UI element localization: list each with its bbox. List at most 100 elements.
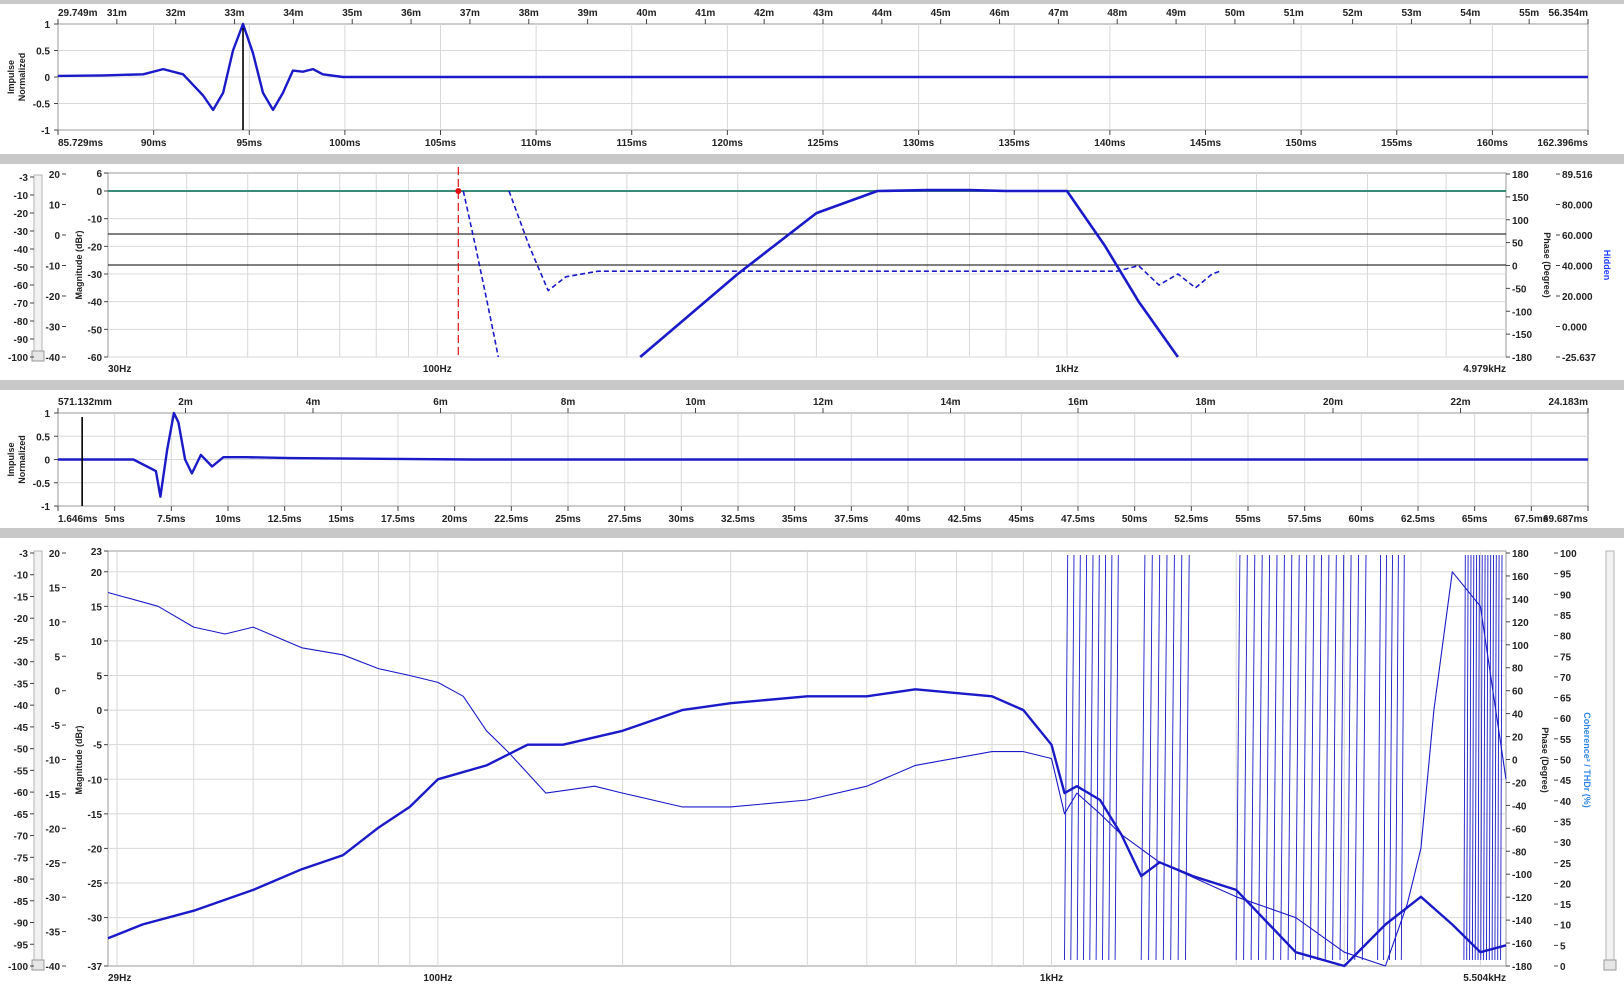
panel1-top-tick-label: 34m	[283, 8, 303, 19]
panel1-bottom-tick-label: 125ms	[807, 138, 839, 149]
analyzer-window: 85.729ms 90ms 95ms 100ms 105ms 110ms 115ms 120m…	[0, 0, 1624, 987]
panel4-phase-axis-tick-label: 100	[1512, 641, 1529, 652]
panel3-y-tick-label: 1	[44, 409, 50, 420]
panel1-top-tick-label: 55m	[1519, 8, 1539, 19]
panel3-bottom-tick-label: 22.5ms	[494, 514, 528, 525]
panel2-phase-axis-tick-label: 180	[1512, 170, 1529, 181]
panel4-slider-tick-label: -70	[14, 832, 29, 843]
panel4-slider-tick-label: -40	[14, 701, 29, 712]
panel1-bottom-tick-label: 120ms	[712, 138, 744, 149]
panel4-mag-tick-label: -5	[93, 741, 102, 752]
panel1-ylabel: Impulse	[6, 60, 16, 94]
panel1-top-tick-label: 36m	[401, 8, 421, 19]
panel1-bottom-tick-label: 100ms	[329, 138, 361, 149]
panel4-coh-axis-tick-label: 85	[1560, 611, 1572, 622]
panel2-mag-tick-label: -40	[88, 298, 103, 309]
panel2-mag-tick-label: -60	[88, 353, 103, 364]
panel4-slider-tick-label: -15	[14, 592, 29, 603]
panel4-mag-tick-label: 15	[91, 602, 103, 613]
panel4-outer-axis-tick-label: -30	[46, 893, 61, 904]
panel1-top-tick-label: 47m	[1048, 8, 1068, 19]
panel2-phase-axis-tick-label: 0	[1512, 262, 1518, 273]
panel2-phase-axis-tick-label: 50	[1512, 239, 1524, 250]
panel4-slider-tick-label: -80	[14, 875, 29, 886]
panel4-mag-tick-label: -37	[88, 962, 103, 973]
panel2-hidden-axis-tick-label: 40.000	[1562, 262, 1593, 273]
panel4-slider-tick-label: -95	[14, 940, 29, 951]
panel3-bottom-tick-label: 42.5ms	[948, 514, 982, 525]
panel4-coh-axis-tick-label: 30	[1560, 838, 1572, 849]
panel1-y-tick-label: 0.5	[36, 47, 50, 58]
panel3-bottom-tick-label: 52.5ms	[1174, 514, 1208, 525]
panel4-outer-axis-tick-label: -25	[46, 859, 61, 870]
panel2-slider-track	[33, 174, 43, 360]
panel4-slider-tick-label: -30	[14, 658, 29, 669]
panel2-mag-tick-label: -10	[88, 215, 103, 226]
panel1-bottom-tick-label: 110ms	[521, 138, 552, 149]
panel4-outer-axis-tick-label: -5	[51, 721, 60, 732]
panel4-outer-axis-tick-label: 0	[54, 687, 60, 698]
panel2-x-tick-label: 4.979kHz	[1463, 364, 1506, 375]
panel4-coh-axis-tick-label: 35	[1560, 817, 1572, 828]
panel3-bottom-tick-label: 50ms	[1122, 514, 1148, 525]
panel3-top-tick-label: 571.132mm	[58, 397, 112, 408]
panel2-phase-axis-tick-label: -50	[1512, 284, 1527, 295]
panel4-outer-axis-tick-label: -15	[46, 790, 61, 801]
panel4-x-tick-label: 29Hz	[108, 973, 131, 984]
panel4-slider-tick-label: -45	[14, 723, 29, 734]
panel1-bottom-tick-label: 135ms	[999, 138, 1031, 149]
panel4-mag-tick-label: 5	[96, 672, 102, 683]
panel3-bottom-tick-label: 20ms	[442, 514, 468, 525]
panel3-bottom-tick-label: 27.5ms	[608, 514, 642, 525]
panel1-top-tick-label: 29.749m	[58, 8, 98, 19]
panel3-bottom-tick-label: 10ms	[215, 514, 241, 525]
panel3-top-tick-label: 4m	[306, 397, 321, 408]
panel4-outer-axis-tick-label: -35	[46, 928, 61, 939]
panel4-outer-axis-tick-label: -40	[46, 962, 61, 973]
separator-1	[0, 154, 1624, 164]
panel2-slider-tick-label: -30	[14, 227, 29, 238]
panel3-bottom-tick-label: 30ms	[669, 514, 695, 525]
panel4-slider-tick-label: -25	[14, 636, 29, 647]
panel1-bottom-tick-label: 90ms	[141, 138, 167, 149]
panel2-slider-tick-label: -80	[14, 317, 29, 328]
panel2-x-tick-label: 30Hz	[108, 364, 131, 375]
panel1-y-tick-label: 0	[44, 73, 50, 84]
panel4-outer-axis-tick-label: 15	[49, 583, 61, 594]
panel3-top-tick-label: 10m	[685, 397, 705, 408]
panel3-bottom-tick-label: 57.5ms	[1288, 514, 1322, 525]
panel4-slider-tick-label: -20	[14, 614, 29, 625]
panel1-bottom-tick-label: 145ms	[1190, 138, 1222, 149]
panel3-y-tick-label: 0	[44, 456, 50, 467]
panel1-bottom-tick-label: 140ms	[1094, 138, 1126, 149]
panel1-top-tick-label: 31m	[107, 8, 127, 19]
panel4-slider-tick-label: -60	[14, 788, 29, 799]
panel3-bottom-tick-label: 62.5ms	[1401, 514, 1435, 525]
panel4-slider-tick-label: -10	[14, 571, 29, 582]
panel1-top-tick-label: 41m	[695, 8, 715, 19]
panel4-phase-axis-tick-label: 40	[1512, 710, 1524, 721]
panel2-outer-axis-tick-label: -10	[46, 262, 61, 273]
panel1-top-tick-label: 53m	[1401, 8, 1421, 19]
panel2-hidden-axis-tick-label: 80.000	[1562, 201, 1593, 212]
panel4-mag-tick-label: -30	[88, 914, 103, 925]
panel2-x-tick-label: 1kHz	[1055, 364, 1078, 375]
panel4-slider-tick-label: -55	[14, 766, 29, 777]
panel4-coh-axis-tick-label: 75	[1560, 652, 1572, 663]
panel2-slider-tick-label: -100	[8, 353, 28, 364]
panel2-slider-tick-label: -60	[14, 281, 29, 292]
panel3-bottom-tick-label: 69.687ms	[1543, 514, 1588, 525]
panel3-top-tick-label: 18m	[1195, 397, 1215, 408]
panel1-top-tick-label: 35m	[342, 8, 362, 19]
panel3-top-tick-label: 14m	[940, 397, 960, 408]
panel3-y-tick-label: -0.5	[33, 479, 51, 490]
panel2-hidden-axis-tick-label: -25.637	[1562, 353, 1596, 364]
panel4-slider-tick-label: -100	[8, 962, 28, 973]
panel2-outer-axis-tick-label: -40	[46, 353, 61, 364]
panel2-hidden-label: Hidden	[1602, 250, 1612, 281]
panel4-phase-axis-tick-label: -180	[1512, 962, 1532, 973]
panel2-slider-tick-label: -20	[14, 209, 29, 220]
panel4-phase-axis-tick-label: -160	[1512, 939, 1532, 950]
panel3-top-tick-label: 16m	[1068, 397, 1088, 408]
panel3-bottom-tick-label: 17.5ms	[381, 514, 415, 525]
